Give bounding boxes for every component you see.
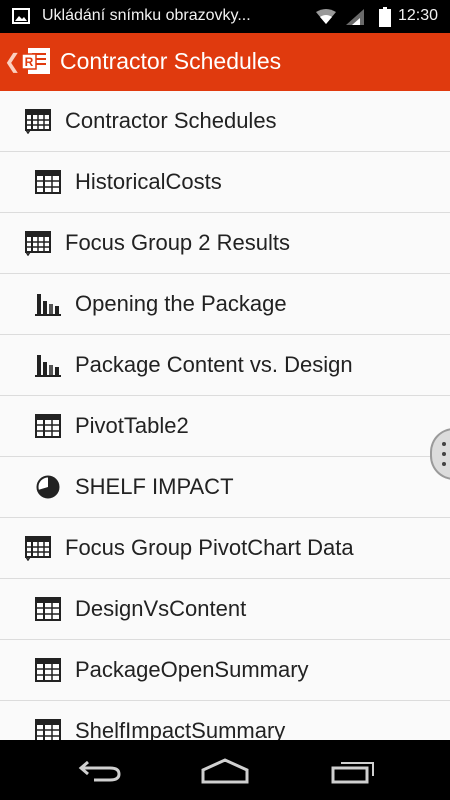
bar-chart-icon (35, 355, 61, 377)
list-item[interactable]: Contractor Schedules (0, 91, 450, 152)
home-icon[interactable] (201, 758, 249, 784)
navigation-bar (0, 740, 450, 800)
list-item-label: SHELF IMPACT (75, 474, 234, 499)
office-document-logo[interactable]: R (20, 45, 52, 77)
back-icon[interactable] (78, 758, 122, 784)
list-item[interactable]: Opening the Package (0, 274, 450, 335)
list-item[interactable]: Focus Group PivotChart Data (0, 518, 450, 579)
list-item-label: PackageOpenSummary (75, 657, 309, 682)
list-item[interactable]: Package Content vs. Design (0, 335, 450, 396)
table-icon (35, 597, 61, 621)
list-item[interactable]: DesignVsContent (0, 579, 450, 640)
list-item-label: PivotTable2 (75, 413, 189, 438)
list-item[interactable]: Focus Group 2 Results (0, 213, 450, 274)
list-item-label: HistoricalCosts (75, 169, 222, 194)
clock: 12:30 (398, 7, 439, 24)
list-item[interactable]: PivotTable2 (0, 396, 450, 457)
list-item[interactable]: PackageOpenSummary (0, 640, 450, 701)
list-item-label: DesignVsContent (75, 596, 247, 621)
notification-text: Ukládání snímku obrazovky... (42, 7, 251, 24)
handle-dot (442, 442, 446, 446)
table-icon (35, 658, 61, 682)
handle-dot (442, 462, 446, 466)
recent-apps-icon[interactable] (331, 758, 375, 784)
worksheet-icon (25, 536, 51, 561)
list-item-label: Focus Group 2 Results (65, 230, 290, 255)
worksheet-icon (25, 109, 51, 134)
status-bar: Ukládání snímku obrazovky... 12:30 (0, 0, 450, 33)
pie-chart-icon (36, 475, 60, 499)
app-bar: ❮ R Contractor Schedules (0, 33, 450, 91)
list-item-label: Focus Group PivotChart Data (65, 535, 354, 560)
svg-text:R: R (25, 55, 34, 69)
worksheet-icon (25, 231, 51, 256)
list-item-label: ShelfImpactSummary (75, 718, 286, 740)
list-item[interactable]: HistoricalCosts (0, 152, 450, 213)
list-item-label: Contractor Schedules (65, 108, 277, 133)
battery-icon (379, 7, 391, 27)
item-list: Contractor Schedules HistoricalCosts Foc… (0, 91, 450, 740)
handle-dot (442, 452, 446, 456)
image-notification-icon (12, 8, 30, 24)
back-chevron-icon[interactable]: ❮ (4, 49, 21, 74)
wifi-icon (316, 9, 336, 24)
list-item[interactable]: ShelfImpactSummary (0, 701, 450, 740)
table-icon (35, 414, 61, 438)
signal-icon (346, 9, 364, 25)
page-title: Contractor Schedules (60, 48, 282, 74)
table-icon (35, 170, 61, 194)
list-item-label: Opening the Package (75, 291, 287, 316)
bar-chart-icon (35, 294, 61, 316)
list-item-label: Package Content vs. Design (75, 352, 353, 377)
table-icon (35, 719, 61, 740)
list-item[interactable]: SHELF IMPACT (0, 457, 450, 518)
